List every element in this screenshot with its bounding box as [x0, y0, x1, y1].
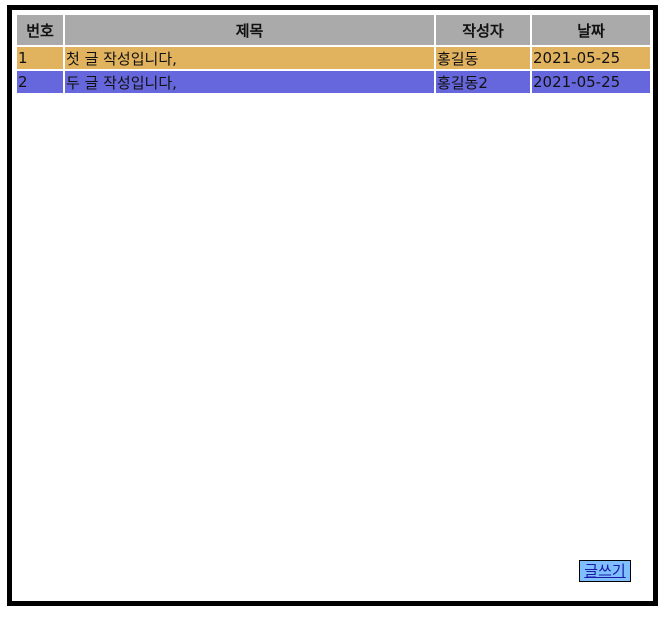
cell-date: 2021-05-25 [532, 71, 650, 93]
board-frame: 번호 제목 작성자 날짜 1 첫 글 작성입니다, 홍길동 2021-05-25… [7, 5, 658, 606]
column-header-author: 작성자 [436, 15, 530, 45]
cell-title[interactable]: 두 글 작성입니다, [65, 71, 434, 93]
write-post-button[interactable]: 글쓰기 [579, 560, 631, 582]
cell-title[interactable]: 첫 글 작성입니다, [65, 47, 434, 69]
column-header-date: 날짜 [532, 15, 650, 45]
table-row[interactable]: 1 첫 글 작성입니다, 홍길동 2021-05-25 [17, 47, 650, 69]
column-header-number: 번호 [17, 15, 63, 45]
cell-date: 2021-05-25 [532, 47, 650, 69]
table-header-row: 번호 제목 작성자 날짜 [17, 15, 650, 45]
table-row[interactable]: 2 두 글 작성입니다, 홍길동2 2021-05-25 [17, 71, 650, 93]
cell-number: 1 [17, 47, 63, 69]
column-header-title: 제목 [65, 15, 434, 45]
cell-author: 홍길동2 [436, 71, 530, 93]
cell-author: 홍길동 [436, 47, 530, 69]
cell-number: 2 [17, 71, 63, 93]
board-table: 번호 제목 작성자 날짜 1 첫 글 작성입니다, 홍길동 2021-05-25… [15, 13, 652, 95]
